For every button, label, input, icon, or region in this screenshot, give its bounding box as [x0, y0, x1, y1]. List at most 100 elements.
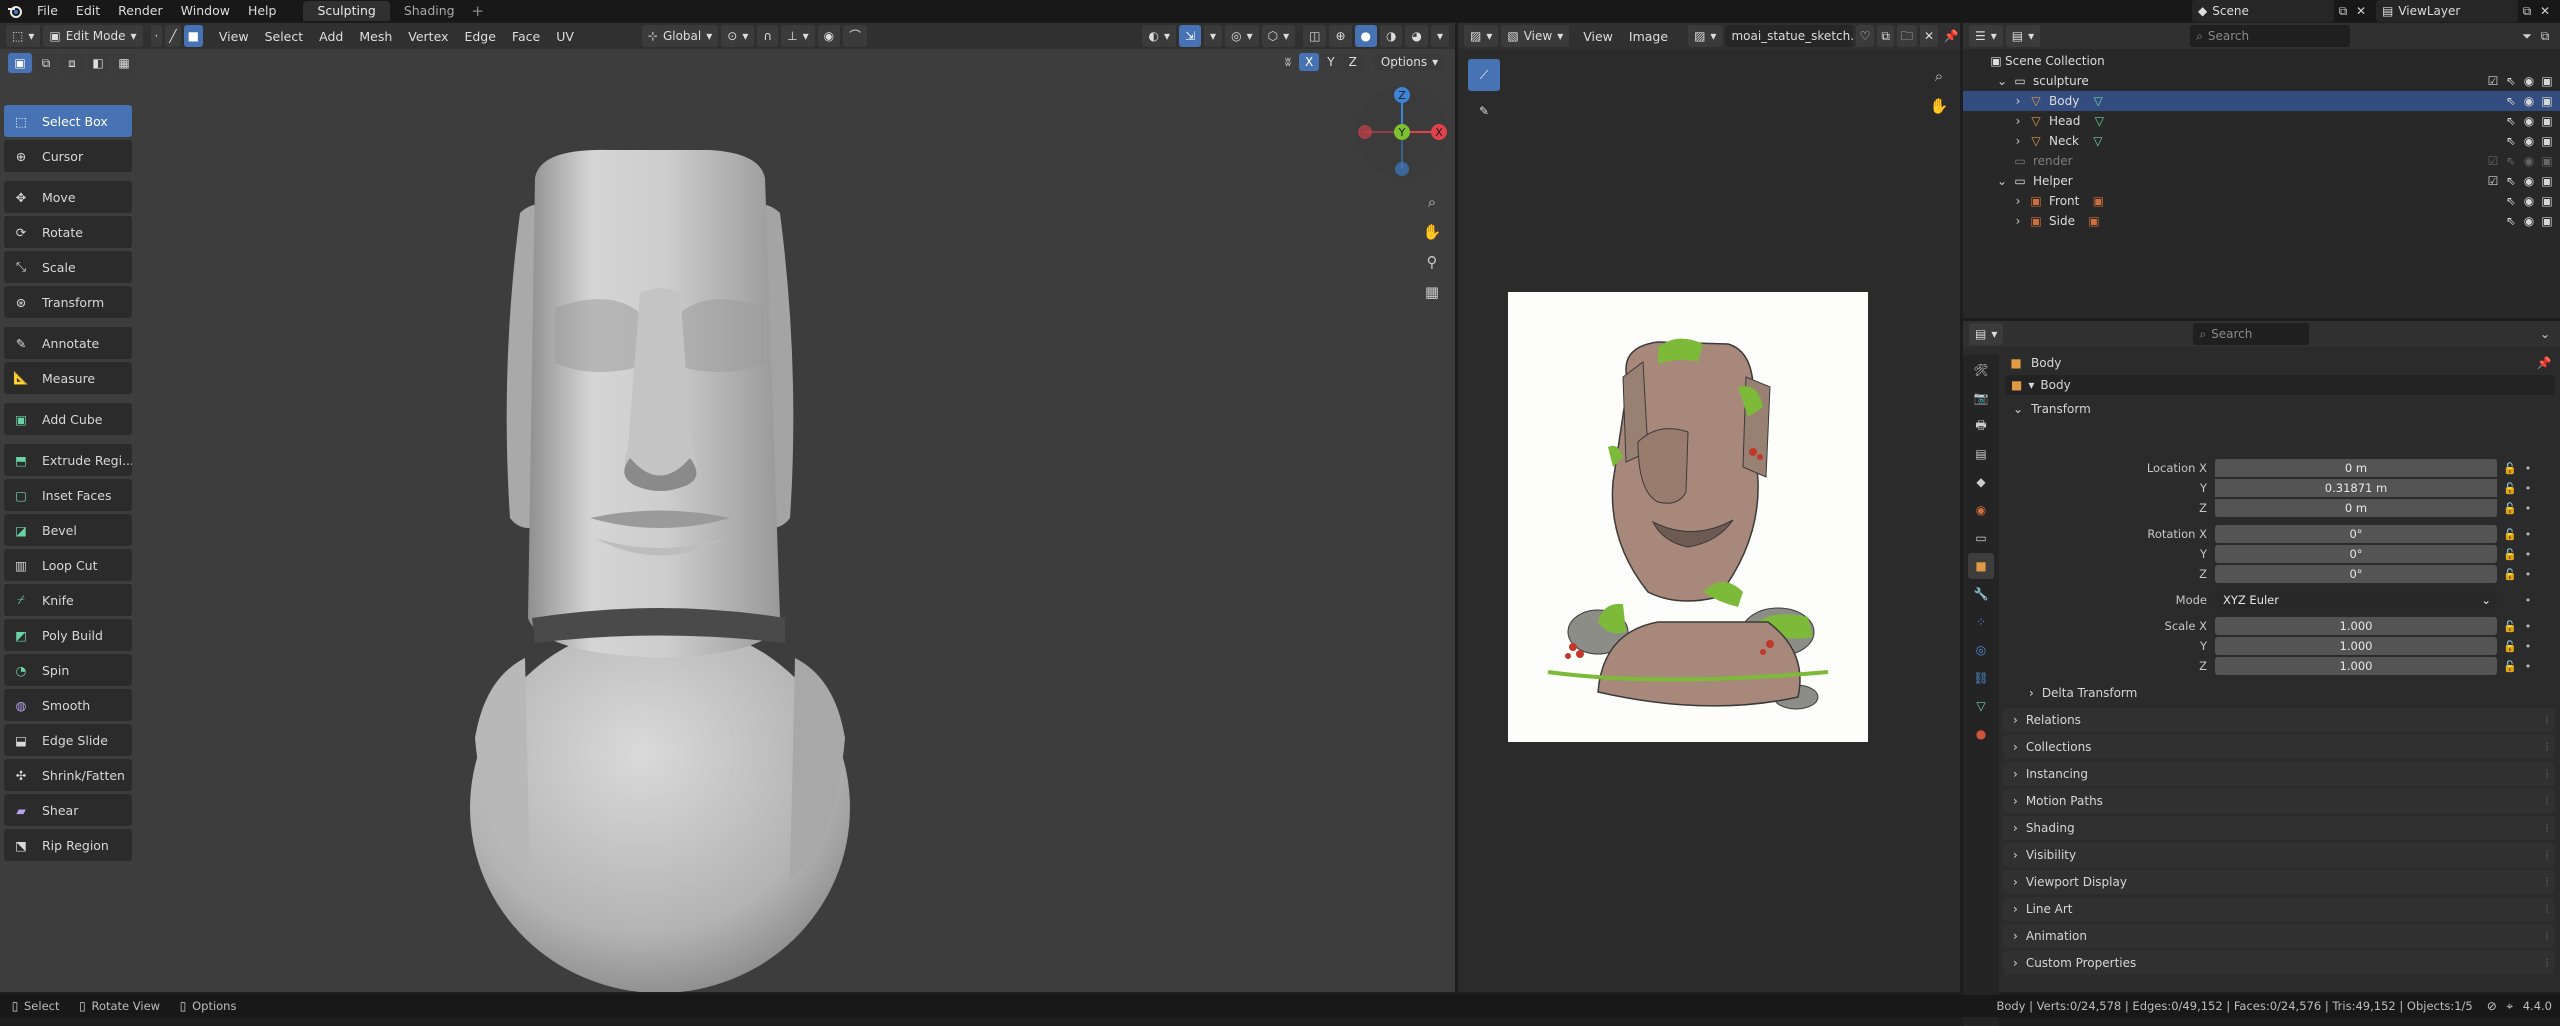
keyframe-dot-icon[interactable]: •	[2521, 594, 2535, 607]
drag-handle-icon[interactable]: ⁞	[2545, 956, 2549, 970]
delete-scene-icon[interactable]: ✕	[2352, 2, 2370, 20]
shading-menu[interactable]: ▾	[1430, 25, 1449, 47]
view-layer-selector[interactable]: ▤ ViewLayer	[2376, 0, 2518, 22]
tool-poly-build[interactable]: ◩ Poly Build	[4, 619, 132, 651]
drag-handle-icon[interactable]: ⁞	[2545, 821, 2549, 835]
tool-cursor[interactable]: ⊕ Cursor	[4, 140, 132, 172]
drag-handle-icon[interactable]: ⁞	[2545, 875, 2549, 889]
location-z-field[interactable]: 0 m	[2215, 499, 2497, 517]
outliner-row-helper[interactable]: ⌄ ▭ Helper ☑ ⇖ ◉ ▣	[1963, 171, 2560, 191]
expand-chevron-icon[interactable]: ›	[2009, 212, 2027, 230]
particles-tab-icon[interactable]: ⁘	[1968, 609, 1994, 635]
tab-shading[interactable]: Shading	[390, 1, 469, 21]
expand-chevron-icon[interactable]: ›	[2009, 92, 2027, 110]
unlink-image-button[interactable]: ✕	[1919, 25, 1938, 47]
mode-selector[interactable]: ▣ Edit Mode ▾	[43, 25, 143, 47]
modifier-tab-icon[interactable]: 🔧	[1968, 581, 1994, 607]
outliner-row-neck[interactable]: › ▽ Neck ▽ ⇖ ◉ ▣	[1963, 131, 2560, 151]
tool-add-cube[interactable]: ▣ Add Cube	[4, 403, 132, 435]
keyframe-dot-icon[interactable]: •	[2521, 462, 2535, 475]
menu-mesh[interactable]: Mesh	[351, 29, 400, 44]
tool-select-box[interactable]: ⬚ Select Box	[4, 105, 132, 137]
visibility-eye-icon[interactable]: ◉	[2520, 132, 2538, 150]
render-camera-icon[interactable]: ▣	[2538, 192, 2556, 210]
mirror-y-toggle[interactable]: Y	[1321, 53, 1341, 71]
lock-icon[interactable]: 🔓	[2503, 482, 2517, 495]
collection-tab-icon[interactable]: ▭	[1968, 525, 1994, 551]
visibility-eye-icon[interactable]: ◉	[2520, 92, 2538, 110]
pin-icon[interactable]: 📌	[1942, 27, 1960, 45]
drag-handle-icon[interactable]: ⁞	[2545, 848, 2549, 862]
outliner-row-side[interactable]: › ▣ Side ▣ ⇖ ◉ ▣	[1963, 211, 2560, 231]
rotation-mode-select[interactable]: XYZ Euler ⌄	[2215, 591, 2497, 609]
proportional-falloff[interactable]: ⌒	[843, 25, 868, 47]
select-subtract-button[interactable]: ⧈	[60, 53, 84, 73]
3d-viewport[interactable]: ⬚ ▾ ▣ Edit Mode ▾ · ╱ ■ View Select Add Me…	[0, 23, 1455, 992]
tool-bevel[interactable]: ◪ Bevel	[4, 514, 132, 546]
exclude-checkbox-icon[interactable]: ☑	[2484, 72, 2502, 90]
location-x-field[interactable]: 0 m	[2215, 459, 2497, 477]
tool-measure[interactable]: 📐 Measure	[4, 362, 132, 394]
face-select-button[interactable]: ■	[183, 25, 203, 47]
menu-vertex[interactable]: Vertex	[400, 29, 456, 44]
image-zoom-icon[interactable]: ⌕	[1926, 63, 1952, 89]
scene-collection-row[interactable]: ▣ Scene Collection	[1963, 51, 2560, 71]
menu-image[interactable]: Image	[1621, 29, 1676, 44]
selectable-arrow-icon[interactable]: ⇖	[2502, 172, 2520, 190]
mirror-z-toggle[interactable]: Z	[1342, 53, 1363, 71]
drag-handle-icon[interactable]: ⁞	[2545, 740, 2549, 754]
expand-chevron-icon[interactable]: ⌄	[1993, 172, 2011, 190]
select-new-button[interactable]: ▣	[8, 53, 32, 73]
drag-handle-icon[interactable]: ⁞	[2545, 902, 2549, 916]
material-tab-icon[interactable]: ●	[1968, 721, 1994, 747]
visibility-eye-icon[interactable]: ◉	[2520, 192, 2538, 210]
tool-scale[interactable]: ⤡ Scale	[4, 251, 132, 283]
pivot-selector[interactable]: ⊙ ▾	[721, 25, 755, 47]
outliner-row-front[interactable]: › ▣ Front ▣ ⇖ ◉ ▣	[1963, 191, 2560, 211]
select-extend-button[interactable]: ⧉	[34, 53, 58, 73]
keyframe-dot-icon[interactable]: •	[2521, 548, 2535, 561]
menu-select[interactable]: Select	[257, 29, 312, 44]
tool-edge-slide[interactable]: ⬓ Edge Slide	[4, 724, 132, 756]
lock-icon[interactable]: 🔓	[2503, 660, 2517, 673]
select-invert-button[interactable]: ◧	[86, 53, 110, 73]
zoom-icon[interactable]: ⌕	[1419, 189, 1445, 215]
mesh-data-icon[interactable]: ▽	[2090, 112, 2108, 130]
select-intersect-button[interactable]: ▦	[112, 53, 136, 73]
image-pan-hand-icon[interactable]: ✋	[1926, 93, 1952, 119]
tool-extrude-region[interactable]: ⬒ Extrude Regi...	[4, 444, 132, 476]
keyframe-dot-icon[interactable]: •	[2521, 528, 2535, 541]
mesh-data-icon[interactable]: ▽	[2089, 132, 2107, 150]
shading-wireframe[interactable]: ⊕	[1329, 25, 1352, 47]
properties-pin-icon[interactable]: 📌	[2535, 354, 2553, 372]
edge-select-button[interactable]: ╱	[165, 25, 181, 47]
annotate-tool[interactable]: ✎	[1468, 95, 1500, 127]
delta-transform-subpanel[interactable]: › Delta Transform	[2019, 681, 2555, 705]
rotation-y-field[interactable]: 0°	[2215, 545, 2497, 563]
data-tab-icon[interactable]: ▽	[1968, 693, 1994, 719]
visibility-eye-icon[interactable]: ◉	[2520, 72, 2538, 90]
snap-toggle[interactable]: ∩	[757, 25, 779, 47]
exclude-checkbox-icon[interactable]: ☑	[2484, 152, 2502, 170]
pan-hand-icon[interactable]: ✋	[1419, 219, 1445, 245]
panel-shading[interactable]: › Shading ⁞	[2003, 816, 2555, 840]
panel-custom-properties[interactable]: › Custom Properties ⁞	[2003, 951, 2555, 975]
mesh-overlay-toggle[interactable]: ⬡ ▾	[1261, 25, 1296, 47]
expand-chevron-icon[interactable]: ›	[2009, 192, 2027, 210]
tool-shear[interactable]: ▰ Shear	[4, 794, 132, 826]
selectable-arrow-icon[interactable]: ⇖	[2502, 112, 2520, 130]
fake-user-button[interactable]: ♡	[1855, 25, 1875, 47]
image-editor-type-button[interactable]: ▨ ▾	[1464, 25, 1499, 47]
new-image-button[interactable]: ⧉	[1877, 25, 1894, 47]
properties-type-button[interactable]: ▤ ▾	[1969, 323, 2004, 345]
visibility-eye-icon[interactable]: ◉	[2520, 212, 2538, 230]
keyframe-dot-icon[interactable]: •	[2521, 660, 2535, 673]
menu-edge[interactable]: Edge	[456, 29, 503, 44]
lock-icon[interactable]: 🔓	[2503, 548, 2517, 561]
scale-z-field[interactable]: 1.000	[2215, 657, 2497, 675]
tool-tab-icon[interactable]: 🛠	[1968, 357, 1994, 383]
panel-relations[interactable]: › Relations ⁞	[2003, 708, 2555, 732]
tool-shrink-fatten[interactable]: ✣ Shrink/Fatten	[4, 759, 132, 791]
selectable-arrow-icon[interactable]: ⇖	[2502, 72, 2520, 90]
menu-image-view[interactable]: View	[1575, 29, 1621, 44]
